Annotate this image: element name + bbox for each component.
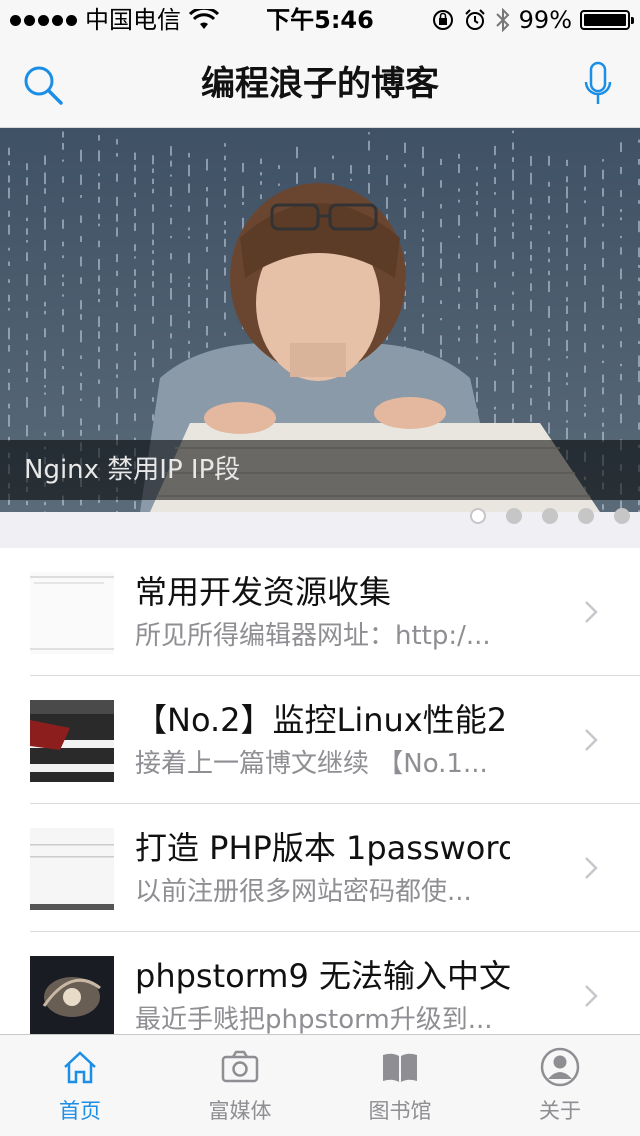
user-icon [540,1047,580,1087]
tab-bar: 首页 富媒体 图书馆 关于 [0,1034,640,1136]
page-title: 编程浪子的博客 [201,64,439,104]
article-thumbnail [30,700,114,782]
banner-caption: Nginx 禁用IP IP段 [0,440,640,500]
status-right: 99% [431,0,634,40]
article-summary: 所见所得编辑器网址：http:/... [135,621,491,651]
camera-icon [221,1050,259,1083]
tab-library[interactable]: 图书馆 [320,1035,480,1136]
book-icon [383,1053,417,1082]
alarm-icon [464,9,485,30]
tab-rich-media[interactable]: 富媒体 [160,1035,320,1136]
rotation-lock-icon [432,10,453,30]
battery-icon [580,10,634,30]
article-title: phpstorm9 无法输入中文 [135,957,510,995]
page-dot[interactable] [506,508,522,524]
tab-label: 首页 [59,1099,101,1123]
list-item[interactable]: 打造 PHP版本 1password 以前注册很多网站密码都使... [30,804,640,932]
page-dot[interactable] [470,508,486,524]
tab-label: 富媒体 [208,1099,272,1123]
chevron-right-icon [585,601,598,623]
status-bar: 中国电信 下午5:46 99% [0,0,640,40]
tab-about[interactable]: 关于 [480,1035,640,1136]
chevron-right-icon [585,729,598,751]
banner-carousel[interactable]: Nginx 禁用IP IP段 [0,128,640,512]
bluetooth-icon [495,7,510,33]
tab-label: 图书馆 [368,1099,432,1123]
article-summary: 接着上一篇博文继续 【No.1... [135,749,488,779]
page-dot[interactable] [542,508,558,524]
article-title: 【No.2】监控Linux性能2 [135,701,508,739]
battery-percent: 99% [518,6,572,34]
list-item[interactable]: 常用开发资源收集 所见所得编辑器网址：http:/... [30,548,640,676]
article-thumbnail [30,956,114,1038]
page-indicator[interactable] [470,508,630,524]
chevron-right-icon [585,985,598,1007]
tab-label: 关于 [539,1099,581,1123]
article-thumbnail [30,828,114,910]
tab-home[interactable]: 首页 [0,1035,160,1136]
article-summary: 以前注册很多网站密码都使... [135,877,472,907]
page-dot[interactable] [614,508,630,524]
page-dot[interactable] [578,508,594,524]
article-title: 打造 PHP版本 1password [135,829,510,867]
chevron-right-icon [585,857,598,879]
article-list: 常用开发资源收集 所见所得编辑器网址：http:/... 【No.2】监控Lin… [0,548,640,1060]
navigation-bar: 编程浪子的博客 [0,40,640,128]
list-item[interactable]: 【No.2】监控Linux性能2 接着上一篇博文继续 【No.1... [30,676,640,804]
article-summary: 最近手贱把phpstorm升级到... [135,1005,493,1035]
article-title: 常用开发资源收集 [135,573,392,611]
microphone-icon[interactable] [582,60,614,110]
home-icon [64,1051,96,1084]
article-thumbnail [30,572,114,654]
